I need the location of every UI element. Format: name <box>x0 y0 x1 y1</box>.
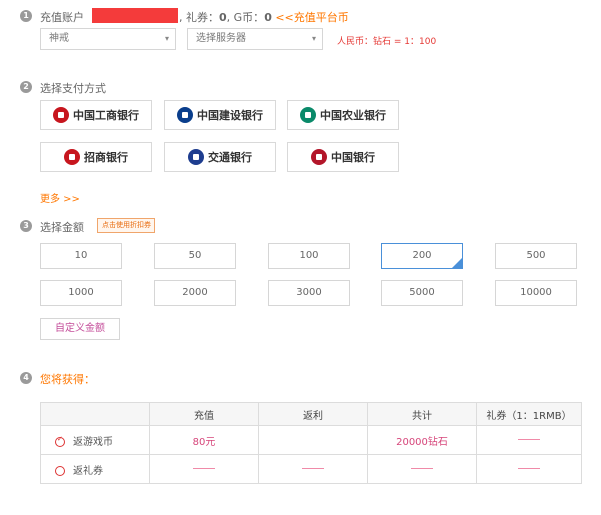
radio-unchecked-icon[interactable] <box>55 465 65 476</box>
empty-dash <box>518 468 540 469</box>
amount-option[interactable]: 5000 <box>381 280 463 306</box>
discount-coupon-tag[interactable]: 点击使用折扣券 <box>97 218 155 233</box>
platform-recharge-link[interactable]: <<充值平台币 <box>275 11 348 24</box>
chevron-down-icon: ▾ <box>164 34 169 43</box>
server-select[interactable]: 选择服务器 ▾ <box>187 28 323 50</box>
table-header: 返利 <box>258 402 368 426</box>
payment-method-label: 选择支付方式 <box>40 82 106 95</box>
bank-bocom[interactable]: 交通银行 <box>164 142 276 172</box>
more-banks-link[interactable]: 更多 >> <box>40 190 80 205</box>
account-redacted-bar <box>92 8 178 23</box>
bank-ccb[interactable]: 中国建设银行 <box>164 100 276 130</box>
table-row: 返礼券 <box>40 454 582 484</box>
bocom-logo-icon <box>188 149 204 165</box>
bank-name: 中国银行 <box>331 151 375 164</box>
gb-value: 0 <box>264 11 272 24</box>
total-cell <box>367 454 477 484</box>
empty-dash <box>518 439 540 440</box>
step-1-badge: 1 <box>20 10 32 22</box>
bank-name: 中国建设银行 <box>197 109 263 122</box>
amount-option[interactable]: 100 <box>268 243 350 269</box>
bank-boc[interactable]: 中国银行 <box>287 142 399 172</box>
coupon-value: 0 <box>219 11 227 24</box>
bank-name: 招商银行 <box>84 151 128 164</box>
amount-option[interactable]: 500 <box>495 243 577 269</box>
server-select-placeholder: 选择服务器 <box>196 33 246 44</box>
cmb-logo-icon <box>64 149 80 165</box>
total-cell: 20000钻石 <box>367 425 477 455</box>
gb-label: G币： <box>233 11 265 24</box>
coupon-label: 礼券： <box>186 11 219 24</box>
option-cell[interactable]: 返礼券 <box>40 454 150 484</box>
check-icon: ✓ <box>455 255 461 263</box>
bank-name: 中国农业银行 <box>320 109 386 122</box>
coupon-cell <box>476 454 582 484</box>
step-3-badge: 3 <box>20 220 32 232</box>
table-row: 返游戏币 80元 20000钻石 <box>40 425 582 455</box>
amount-option[interactable]: 10000 <box>495 280 577 306</box>
result-table: 充值 返利 共计 礼券（1：1RMB） 返游戏币 80元 20000钻石 返礼券 <box>40 402 582 484</box>
radio-checked-icon[interactable] <box>55 435 65 447</box>
table-header: 礼券（1：1RMB） <box>476 402 582 426</box>
empty-dash <box>302 468 324 469</box>
recharge-cell <box>149 454 259 484</box>
you-will-get-label: 您将获得： <box>40 373 95 386</box>
bank-name: 交通银行 <box>208 151 252 164</box>
chevron-down-icon: ▾ <box>311 34 316 43</box>
exchange-rate-text: 人民币：钻石 = 1：100 <box>337 37 437 47</box>
recharge-cell: 80元 <box>149 425 259 455</box>
amount-label: 选择金额 <box>40 221 84 234</box>
abc-logo-icon <box>300 107 316 123</box>
balance-separator: , <box>226 11 231 24</box>
amount-option[interactable]: 50 <box>154 243 236 269</box>
amount-option-label: 200 <box>412 250 432 261</box>
rebate-cell <box>258 454 368 484</box>
ccb-logo-icon <box>177 107 193 123</box>
amount-option[interactable]: 3000 <box>268 280 350 306</box>
bank-cmb[interactable]: 招商银行 <box>40 142 152 172</box>
option-label: 返礼券 <box>73 465 103 477</box>
empty-dash <box>193 468 215 469</box>
step-2-badge: 2 <box>20 81 32 93</box>
option-cell[interactable]: 返游戏币 <box>40 425 150 455</box>
account-label: 充值账户 <box>40 11 84 24</box>
bank-abc[interactable]: 中国农业银行 <box>287 100 399 130</box>
bank-name: 中国工商银行 <box>73 109 139 122</box>
empty-dash <box>411 468 433 469</box>
option-label: 返游戏币 <box>73 436 113 448</box>
step-4-badge: 4 <box>20 372 32 384</box>
coupon-cell <box>476 425 582 455</box>
bank-icbc[interactable]: 中国工商银行 <box>40 100 152 130</box>
custom-amount-button[interactable]: 自定义金额 <box>40 318 120 340</box>
account-balances: , 礼券：0, G币：0 <<充值平台币 <box>179 9 349 25</box>
icbc-logo-icon <box>53 107 69 123</box>
account-separator: , <box>179 11 183 24</box>
table-header: 充值 <box>149 402 259 426</box>
amount-option[interactable]: 1000 <box>40 280 122 306</box>
table-header <box>40 402 150 426</box>
table-header-row: 充值 返利 共计 礼券（1：1RMB） <box>40 402 582 426</box>
game-select[interactable]: 神戒 ▾ <box>40 28 176 50</box>
boc-logo-icon <box>311 149 327 165</box>
rebate-cell <box>258 425 368 455</box>
amount-option-selected[interactable]: 200 ✓ <box>381 243 463 269</box>
table-header: 共计 <box>367 402 477 426</box>
amount-option[interactable]: 10 <box>40 243 122 269</box>
amount-option[interactable]: 2000 <box>154 280 236 306</box>
game-select-value: 神戒 <box>49 33 69 44</box>
